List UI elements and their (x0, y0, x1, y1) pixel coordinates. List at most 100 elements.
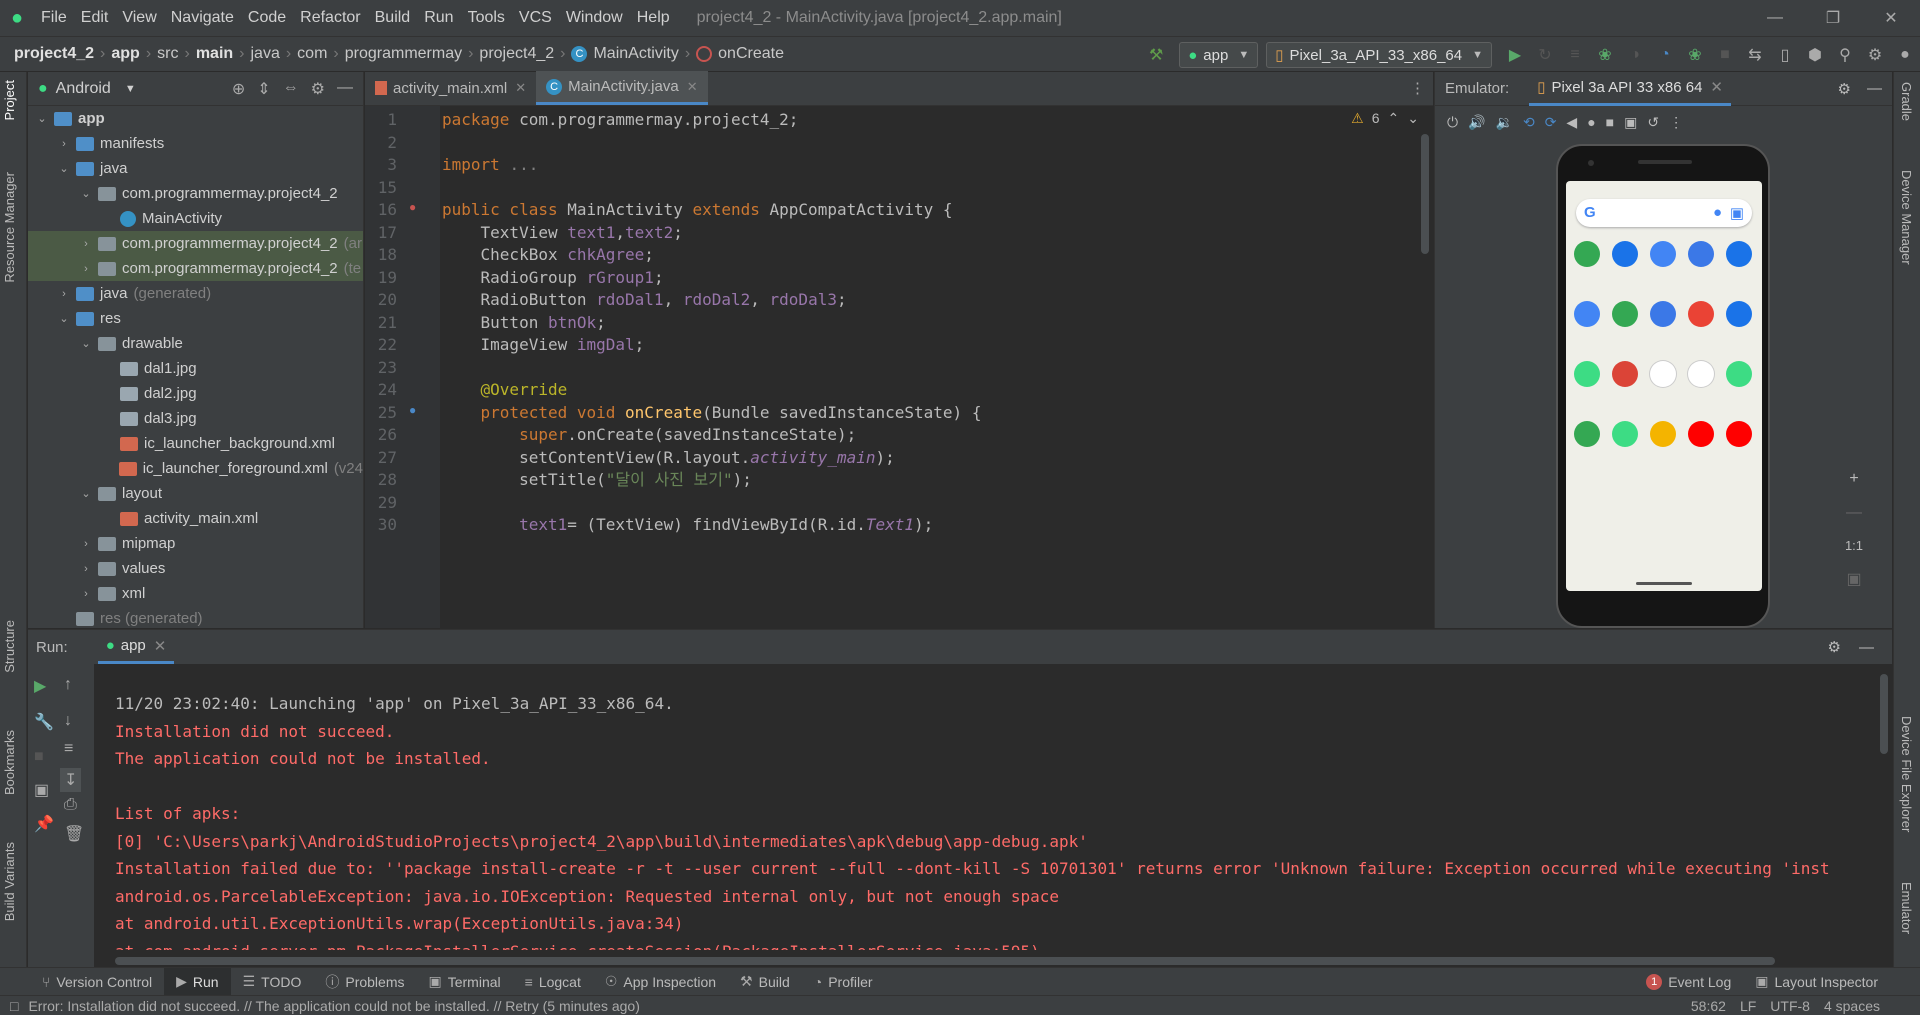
tree-item[interactable]: › com.programmermay.project4_2 (ar (28, 231, 363, 256)
caret-position[interactable]: 58:62 (1691, 998, 1726, 1014)
breadcrumb-item[interactable]: app (111, 45, 139, 63)
tree-item[interactable]: › mipmap (28, 531, 363, 556)
restore-icon[interactable]: ❐ (1804, 0, 1862, 36)
tree-item[interactable]: › xml (28, 581, 363, 606)
app-icon[interactable] (1574, 421, 1600, 447)
tab-app-inspection[interactable]: ☉ App Inspection (593, 968, 728, 996)
menu-item-help[interactable]: Help (630, 9, 677, 27)
menu-item-tools[interactable]: Tools (461, 9, 512, 27)
tab-terminal[interactable]: ▣ Terminal (417, 968, 513, 996)
more-tabs-icon[interactable]: ⋮ (1410, 71, 1433, 105)
tree-item[interactable]: › values (28, 556, 363, 581)
tab-todo[interactable]: ☰ TODO (231, 968, 314, 996)
status-message[interactable]: Error: Installation did not succeed. // … (28, 998, 639, 1014)
file-encoding[interactable]: UTF-8 (1770, 998, 1810, 1014)
status-toggle-icon[interactable]: □ (10, 998, 18, 1014)
hide-icon[interactable]: — (1859, 639, 1874, 656)
chevron-right-icon[interactable]: › (56, 288, 72, 300)
tree-item[interactable]: ⌄ res (28, 306, 363, 331)
menu-item-code[interactable]: Code (241, 9, 293, 27)
tree-item[interactable]: ⌄ java (28, 156, 363, 181)
scroll-to-end-icon[interactable]: ↧ (60, 768, 82, 792)
app-icon[interactable] (1574, 301, 1600, 327)
app-icon[interactable] (1612, 421, 1638, 447)
hammer-icon[interactable]: ⚒ (1141, 40, 1171, 70)
device-manager-icon[interactable]: ▯ (1770, 40, 1800, 70)
tree-item[interactable]: › manifests (28, 131, 363, 156)
chevron-down-icon[interactable]: ⌄ (56, 162, 72, 175)
tab-problems[interactable]: ⓘ Problems (313, 968, 416, 996)
scroll-down-icon[interactable]: ↓ (64, 712, 72, 730)
breadcrumb-item[interactable]: project4_2 (14, 45, 94, 63)
console-hscrollbar[interactable] (115, 957, 1775, 965)
gear-icon[interactable]: ⚙ (1838, 80, 1851, 98)
gear-icon[interactable]: ⚙ (1828, 638, 1841, 656)
app-icon[interactable] (1688, 421, 1714, 447)
tree-item[interactable]: ⌄ app (28, 106, 363, 131)
tree-item[interactable]: ic_launcher_foreground.xml (v24 (28, 456, 363, 481)
app-icon[interactable] (1726, 301, 1752, 327)
menu-item-file[interactable]: File (34, 9, 74, 27)
tab-build-variants[interactable]: Build Variants (2, 842, 17, 921)
line-separator[interactable]: LF (1740, 998, 1756, 1014)
layout-icon[interactable]: ▣ (34, 780, 49, 800)
google-search-bar[interactable]: G ● ▣ (1576, 199, 1752, 227)
tab-logcat[interactable]: ≡ Logcat (513, 968, 593, 996)
rotate-right-icon[interactable]: ⟳ (1545, 114, 1557, 131)
volume-up-icon[interactable]: 🔊 (1468, 114, 1485, 131)
gear-icon[interactable]: ⚙ (1860, 40, 1890, 70)
tab-activity-main-xml[interactable]: activity_main.xml ✕ (365, 71, 536, 105)
app-icon[interactable] (1688, 301, 1714, 327)
tab-bookmarks[interactable]: Bookmarks (2, 730, 17, 795)
tree-item[interactable]: dal2.jpg (28, 381, 363, 406)
collapse-all-icon[interactable]: ⇔ (283, 79, 299, 99)
code-area[interactable]: ⚠ 6 ⌃ ⌄ 1 package com.programmermay.project4… (365, 106, 1433, 628)
close-icon[interactable]: ✕ (1710, 78, 1723, 96)
power-icon[interactable]: ⏻ (1447, 114, 1458, 131)
tab-main-activity-java[interactable]: C MainActivity.java ✕ (536, 71, 708, 105)
more-icon[interactable]: ⋮ (1669, 114, 1683, 131)
chevron-down-icon[interactable]: ⌄ (34, 112, 50, 125)
breadcrumb-item[interactable]: programmermay (345, 45, 462, 63)
stop-icon[interactable]: ■ (1710, 40, 1740, 70)
apply-changes-icon[interactable]: ≡ (1560, 40, 1590, 70)
chevron-down-icon[interactable]: ⌄ (78, 337, 94, 350)
chevron-down-icon[interactable]: ⌄ (78, 187, 94, 200)
app-icon[interactable] (1612, 361, 1638, 387)
menu-item-view[interactable]: View (115, 9, 163, 27)
rotate-left-icon[interactable]: ⟲ (1523, 114, 1535, 131)
tab-version-control[interactable]: ⑂ Version Control (30, 968, 164, 996)
fit-screen-icon[interactable]: ▣ (1846, 569, 1861, 589)
tree-item[interactable]: res (generated) (28, 606, 363, 626)
close-icon[interactable]: ✕ (1862, 0, 1920, 36)
rerun-icon[interactable]: ▶ (34, 676, 46, 696)
stop-icon[interactable]: ■ (34, 748, 44, 766)
project-view-select[interactable]: Android (56, 80, 111, 98)
run-config-select[interactable]: ● app ▼ (1179, 42, 1259, 68)
search-icon[interactable]: ⚲ (1830, 40, 1860, 70)
tree-item[interactable]: dal1.jpg (28, 356, 363, 381)
tree-item[interactable]: dal3.jpg (28, 406, 363, 431)
menu-item-build[interactable]: Build (368, 9, 418, 27)
zoom-actual-size[interactable]: 1:1 (1845, 538, 1863, 553)
app-icon[interactable] (1726, 421, 1752, 447)
breadcrumb-item[interactable]: java (250, 45, 279, 63)
close-icon[interactable]: ✕ (154, 637, 167, 655)
expand-all-icon[interactable]: ⇕ (257, 79, 270, 99)
chevron-right-icon[interactable]: › (78, 588, 94, 600)
app-icon[interactable] (1688, 361, 1714, 387)
tab-structure[interactable]: Structure (2, 620, 17, 673)
zoom-in-icon[interactable]: + (1849, 470, 1858, 488)
breadcrumb-item[interactable]: com (297, 45, 327, 63)
soft-wrap-icon[interactable]: ≡ (64, 740, 73, 758)
chevron-right-icon[interactable]: › (78, 538, 94, 550)
tab-project[interactable]: Project (2, 80, 17, 120)
breadcrumb-item[interactable]: main (196, 45, 233, 63)
tab-gradle[interactable]: Gradle (1899, 82, 1914, 121)
menu-item-edit[interactable]: Edit (74, 9, 116, 27)
console-output[interactable]: 11/20 23:02:40: Launching 'app' on Pixel… (115, 690, 1875, 950)
tree-item[interactable]: ⌄ layout (28, 481, 363, 506)
tree-item[interactable]: › java (generated) (28, 281, 363, 306)
breadcrumb-item[interactable]: onCreate (718, 45, 784, 63)
trash-icon[interactable]: 🗑 (64, 824, 84, 844)
